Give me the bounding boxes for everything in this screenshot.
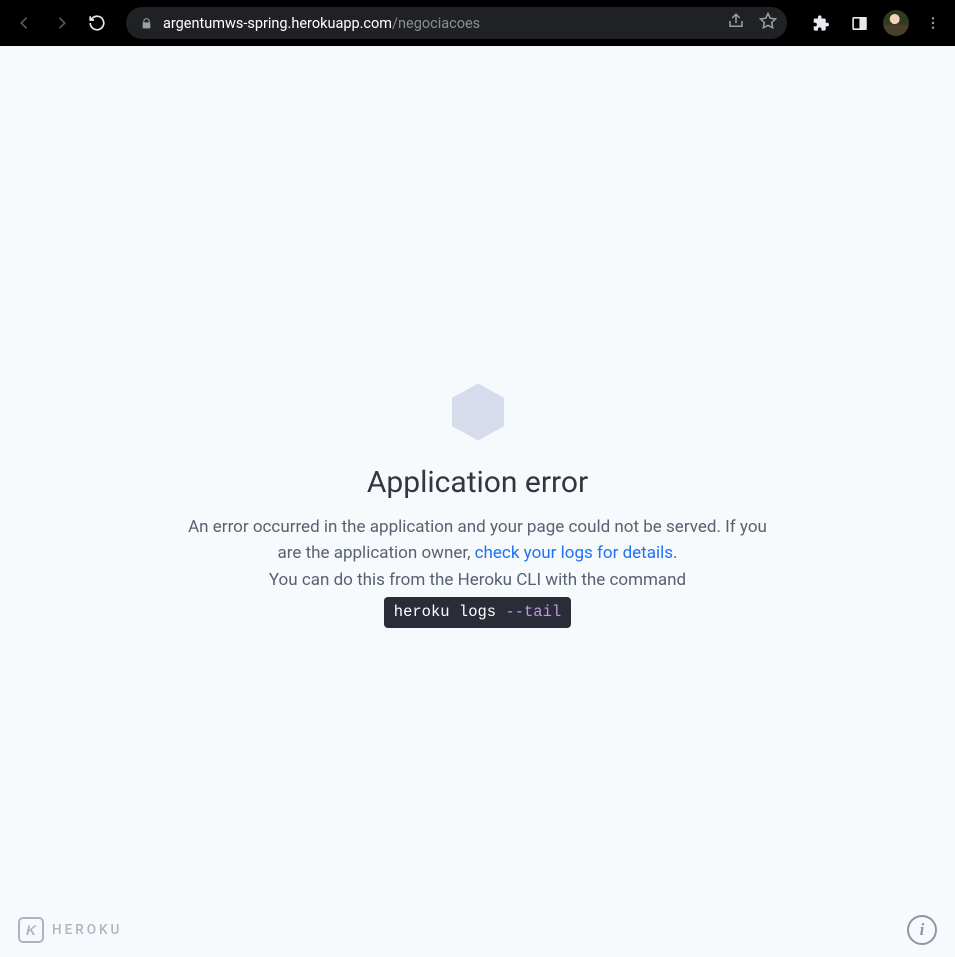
profile-avatar[interactable] bbox=[883, 10, 909, 36]
cli-hint-text: You can do this from the Heroku CLI with… bbox=[269, 570, 686, 590]
info-icon: i bbox=[920, 920, 925, 940]
reload-button[interactable] bbox=[82, 8, 112, 38]
menu-icon[interactable] bbox=[919, 9, 947, 37]
share-icon[interactable] bbox=[727, 12, 745, 34]
side-panel-icon[interactable] bbox=[845, 9, 873, 37]
error-message: An error occurred in the application and… bbox=[188, 514, 768, 628]
forward-button[interactable] bbox=[46, 8, 76, 38]
toolbar-right bbox=[801, 9, 947, 37]
cli-flag-text: --tail bbox=[505, 603, 561, 621]
hexagon-icon bbox=[447, 381, 509, 443]
url-path: /negociacoes bbox=[392, 15, 480, 32]
cli-command-text: heroku logs bbox=[394, 603, 506, 621]
address-bar[interactable]: argentumws-spring.herokuapp.com/negociac… bbox=[126, 7, 787, 39]
cli-command: heroku logs --tail bbox=[384, 597, 571, 628]
bookmark-star-icon[interactable] bbox=[759, 12, 777, 34]
error-heading: Application error bbox=[188, 465, 768, 500]
url-domain: argentumws-spring.herokuapp.com bbox=[163, 15, 392, 32]
heroku-mark-icon: K bbox=[18, 917, 44, 943]
check-logs-link[interactable]: check your logs for details bbox=[475, 543, 673, 563]
browser-toolbar: argentumws-spring.herokuapp.com/negociac… bbox=[0, 0, 955, 46]
page-content: Application error An error occurred in t… bbox=[0, 46, 955, 957]
error-panel: Application error An error occurred in t… bbox=[168, 381, 788, 628]
back-button[interactable] bbox=[10, 8, 40, 38]
lock-icon bbox=[140, 17, 153, 30]
heroku-wordmark: HEROKU bbox=[52, 922, 122, 938]
page-footer: K HEROKU i bbox=[0, 915, 955, 945]
error-message-text-2: . bbox=[673, 543, 677, 563]
omnibox-actions bbox=[727, 12, 777, 34]
url-text: argentumws-spring.herokuapp.com/negociac… bbox=[163, 15, 717, 32]
info-button[interactable]: i bbox=[907, 915, 937, 945]
heroku-logo[interactable]: K HEROKU bbox=[18, 917, 122, 943]
extensions-icon[interactable] bbox=[807, 9, 835, 37]
